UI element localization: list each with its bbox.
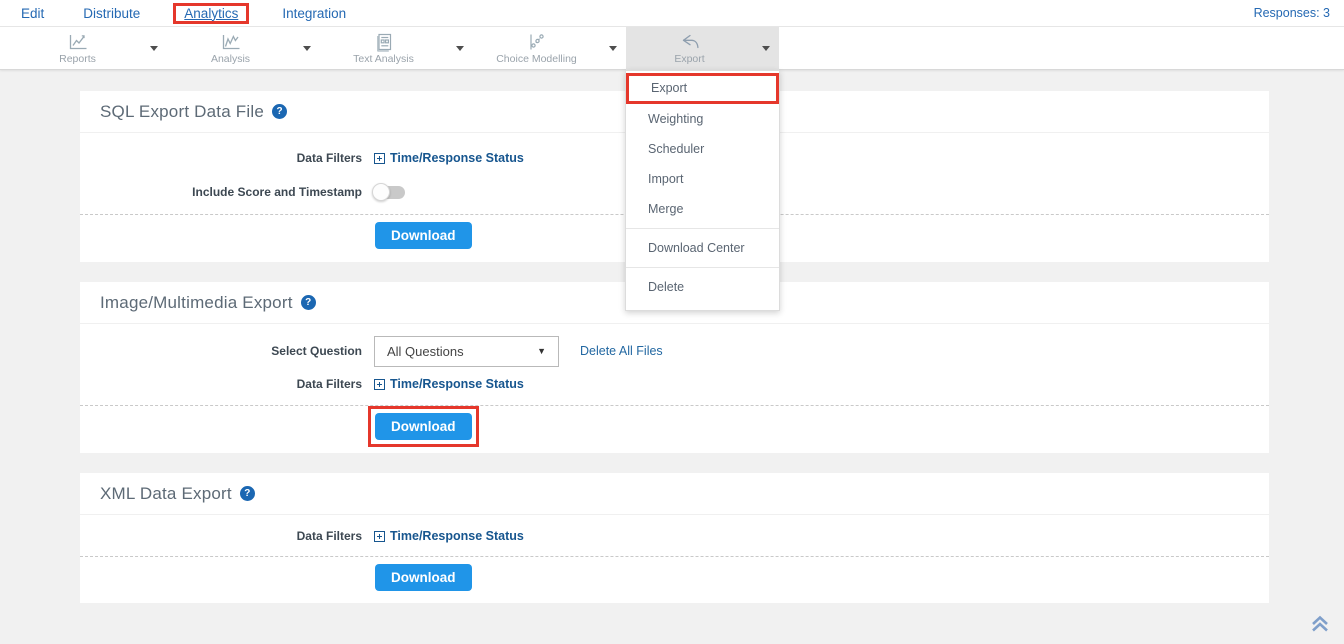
select-question-row: Select Question All Questions ▼ Delete A… [80, 334, 1269, 368]
toolbar-item-label: Text Analysis [353, 53, 414, 65]
newspaper-icon [373, 32, 395, 52]
menu-item-scheduler[interactable]: Scheduler [626, 134, 779, 164]
section-title: Image/Multimedia Export [100, 293, 293, 313]
analysis-dropdown-caret[interactable] [294, 46, 320, 51]
reports-dropdown-caret[interactable] [141, 46, 167, 51]
include-score-label: Include Score and Timestamp [80, 185, 362, 199]
expand-plus-icon [374, 531, 385, 542]
toolbar-group-text-analysis: Text Analysis [320, 27, 473, 70]
text-analysis-dropdown-caret[interactable] [447, 46, 473, 51]
toolbar-group-export: Export [626, 27, 779, 70]
toolbar-item-label: Analysis [211, 53, 250, 65]
toolbar-item-export[interactable]: Export [626, 32, 753, 65]
time-response-status-label: Time/Response Status [390, 377, 524, 391]
data-filters-label: Data Filters [80, 529, 362, 543]
chevron-down-icon [762, 46, 770, 51]
toolbar-item-label: Choice Modelling [496, 53, 577, 65]
section-body: Data Filters Time/Response Status [80, 515, 1269, 551]
double-chevron-up-icon [1308, 613, 1332, 635]
data-filters-label: Data Filters [80, 151, 362, 165]
sql-download-button[interactable]: Download [375, 222, 472, 249]
zigzag-chart-icon [220, 32, 242, 52]
top-navigation: Edit Distribute Analytics Integration Re… [0, 0, 1344, 27]
expand-plus-icon [374, 379, 385, 390]
menu-item-download-center[interactable]: Download Center [626, 233, 779, 263]
time-response-status-link[interactable]: Time/Response Status [374, 151, 524, 165]
section-footer: Download [80, 406, 1269, 453]
question-select-value: All Questions [387, 344, 537, 359]
toolbar-group-analysis: Analysis [167, 27, 320, 70]
toolbar-item-choice-modelling[interactable]: Choice Modelling [473, 32, 600, 65]
responses-count[interactable]: Responses: 3 [1254, 6, 1334, 20]
include-score-toggle[interactable] [374, 186, 405, 199]
nav-tab-integration[interactable]: Integration [276, 4, 352, 23]
reply-arrow-icon [679, 32, 701, 52]
highlight-box: Download [368, 406, 479, 447]
menu-item-weighting[interactable]: Weighting [626, 104, 779, 134]
section-header: XML Data Export ? [80, 473, 1269, 515]
line-chart-icon [67, 32, 89, 52]
dot-chart-icon [526, 32, 548, 52]
time-response-status-link[interactable]: Time/Response Status [374, 377, 524, 391]
menu-item-merge[interactable]: Merge [626, 194, 779, 224]
toggle-knob [372, 183, 390, 201]
xml-download-button[interactable]: Download [375, 564, 472, 591]
chevron-down-icon [456, 46, 464, 51]
expand-plus-icon [374, 153, 385, 164]
select-caret-icon: ▼ [537, 346, 546, 356]
chevron-down-icon [609, 46, 617, 51]
data-filters-row: Data Filters Time/Response Status [80, 368, 1269, 400]
time-response-status-label: Time/Response Status [390, 529, 524, 543]
question-select[interactable]: All Questions ▼ [374, 336, 559, 367]
chevron-down-icon [150, 46, 158, 51]
analytics-toolbar: Reports Analysis [0, 27, 1344, 70]
scroll-to-top-button[interactable] [1308, 613, 1332, 640]
menu-divider [626, 228, 779, 229]
choice-modelling-dropdown-caret[interactable] [600, 46, 626, 51]
select-question-label: Select Question [80, 344, 362, 358]
help-icon[interactable]: ? [272, 104, 287, 119]
time-response-status-link[interactable]: Time/Response Status [374, 529, 524, 543]
toolbar-item-label: Reports [59, 53, 96, 65]
section-footer: Download [80, 557, 1269, 603]
image-download-button[interactable]: Download [375, 413, 472, 440]
data-filters-label: Data Filters [80, 377, 362, 391]
menu-divider [626, 267, 779, 268]
section-body: Select Question All Questions ▼ Delete A… [80, 324, 1269, 400]
toolbar-item-reports[interactable]: Reports [14, 32, 141, 65]
nav-tab-analytics[interactable]: Analytics [173, 3, 249, 24]
toolbar-item-label: Export [674, 53, 704, 65]
help-icon[interactable]: ? [301, 295, 316, 310]
menu-item-delete[interactable]: Delete [626, 272, 779, 302]
xml-export-section: XML Data Export ? Data Filters Time/Resp… [80, 473, 1269, 603]
toolbar-group-choice-modelling: Choice Modelling [473, 27, 626, 70]
toolbar-item-text-analysis[interactable]: Text Analysis [320, 32, 447, 65]
section-title: SQL Export Data File [100, 102, 264, 122]
delete-all-files-link[interactable]: Delete All Files [580, 344, 663, 358]
section-title: XML Data Export [100, 484, 232, 504]
chevron-down-icon [303, 46, 311, 51]
toolbar-item-analysis[interactable]: Analysis [167, 32, 294, 65]
time-response-status-label: Time/Response Status [390, 151, 524, 165]
nav-tab-edit[interactable]: Edit [15, 4, 50, 23]
export-dropdown-caret[interactable] [753, 46, 779, 51]
menu-item-export[interactable]: Export [626, 73, 779, 104]
export-dropdown-menu: Export Weighting Scheduler Import Merge … [625, 70, 780, 311]
menu-item-import[interactable]: Import [626, 164, 779, 194]
nav-tab-distribute[interactable]: Distribute [77, 4, 146, 23]
toolbar-group-reports: Reports [14, 27, 167, 70]
data-filters-row: Data Filters Time/Response Status [80, 521, 1269, 551]
help-icon[interactable]: ? [240, 486, 255, 501]
